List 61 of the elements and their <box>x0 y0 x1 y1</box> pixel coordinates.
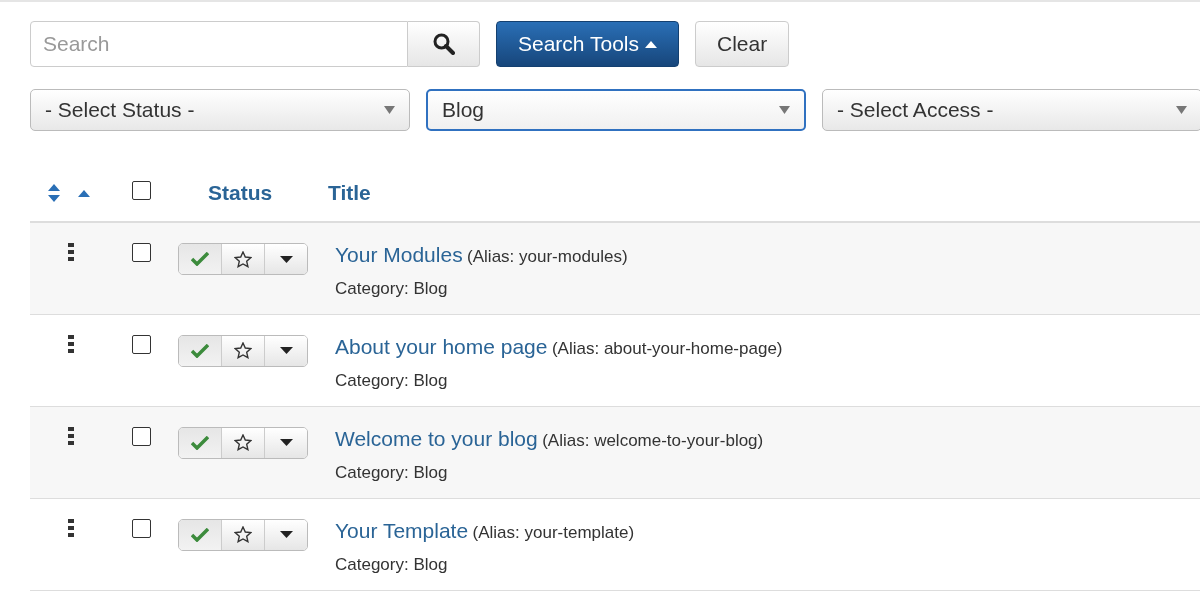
search-icon <box>432 33 455 55</box>
caret-icon <box>279 439 293 446</box>
star-icon <box>234 526 252 543</box>
publish-toggle[interactable] <box>179 244 221 274</box>
checkbox[interactable] <box>131 426 151 446</box>
search-button[interactable] <box>408 21 480 67</box>
check-icon <box>191 527 209 542</box>
star-icon <box>234 342 252 359</box>
column-header[interactable]: Title <box>328 181 371 204</box>
checkbox[interactable] <box>131 181 151 200</box>
column-header[interactable]: Status <box>208 181 273 204</box>
clear-button[interactable]: Clear <box>695 21 790 67</box>
publish-toggle[interactable] <box>179 519 221 550</box>
featured-toggle[interactable] <box>221 244 264 274</box>
featured-toggle[interactable] <box>221 427 264 458</box>
caret-icon <box>279 347 293 354</box>
article-title-link[interactable]: About your home page <box>335 334 548 358</box>
featured-toggle[interactable] <box>221 335 264 366</box>
star-icon <box>234 434 252 451</box>
publish-toggle[interactable] <box>179 335 221 366</box>
category-text: Category: Blog <box>335 279 449 299</box>
filter-dropdown[interactable]: - Select Status - <box>30 89 410 131</box>
drag-handle-icon[interactable] <box>68 334 74 353</box>
article-title-link[interactable]: Your Modules <box>335 243 463 266</box>
filter-dropdown[interactable]: Blog <box>426 89 806 131</box>
publish-toggle[interactable] <box>179 427 221 458</box>
check-icon <box>191 252 209 266</box>
article-title-link[interactable]: Welcome to your blog <box>335 426 538 450</box>
actions-dropdown[interactable] <box>264 427 307 458</box>
featured-toggle[interactable] <box>221 519 264 550</box>
sort-icon[interactable] <box>48 184 60 202</box>
category-text: Category: Blog <box>335 370 449 391</box>
filter-dropdown[interactable]: - Select Access - <box>822 89 1200 131</box>
category-text: Category: Blog <box>335 462 449 483</box>
caret-icon <box>779 106 790 114</box>
actions-dropdown[interactable] <box>264 519 307 550</box>
caret-icon <box>279 531 293 538</box>
check-icon <box>191 343 209 358</box>
caret-icon <box>279 255 293 263</box>
search-field[interactable]: Search <box>30 21 408 67</box>
caret-icon <box>384 106 395 114</box>
category-text: Category: Blog <box>335 554 449 575</box>
alias-text: (Alias: your-modules) <box>467 247 628 266</box>
checkbox[interactable] <box>131 518 151 538</box>
caret-icon <box>1176 106 1187 114</box>
article-title-link[interactable]: Your Template <box>335 518 469 542</box>
checkbox[interactable] <box>131 243 151 262</box>
star-icon <box>234 250 252 268</box>
actions-dropdown[interactable] <box>264 244 307 274</box>
drag-handle-icon[interactable] <box>68 518 74 537</box>
caret-up-icon[interactable] <box>78 189 90 197</box>
drag-handle-icon[interactable] <box>68 243 74 261</box>
drag-handle-icon[interactable] <box>68 426 74 445</box>
check-icon <box>191 435 209 450</box>
caret-up-icon <box>645 40 658 48</box>
alias-text: (Alias: about-your-home-page) <box>551 338 783 358</box>
checkbox[interactable] <box>131 334 151 354</box>
actions-dropdown[interactable] <box>264 335 307 366</box>
search-tools-button[interactable]: Search Tools <box>496 21 680 67</box>
alias-text: (Alias: welcome-to-your-blog) <box>542 430 764 450</box>
alias-text: (Alias: your-template) <box>472 522 635 542</box>
